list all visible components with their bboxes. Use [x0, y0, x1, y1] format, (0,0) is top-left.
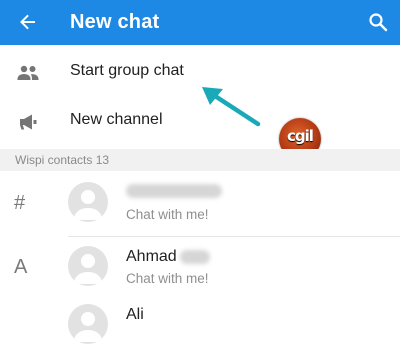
new-channel-label: New channel: [70, 111, 163, 128]
contact-row[interactable]: A Ahmad Chat with me!: [0, 238, 400, 296]
arrow-left-icon: [20, 14, 35, 30]
avatar: [68, 182, 108, 222]
contact-status: Chat with me!: [126, 207, 209, 222]
pointer-arrow-icon: [202, 87, 261, 127]
contact-name: Ahmad: [126, 248, 177, 265]
contact-status: Chat with me!: [126, 271, 209, 286]
index-letter: #: [14, 192, 26, 214]
avatar: [68, 304, 108, 344]
redacted-name: [180, 250, 210, 264]
group-icon: [14, 59, 42, 87]
contacts-section-title: Wispi contacts 13: [15, 153, 110, 167]
contacts-section-header: Wispi contacts 13: [0, 149, 400, 171]
search-button[interactable]: [364, 8, 392, 36]
contact-row[interactable]: # Chat with me!: [0, 174, 400, 232]
redacted-name: [126, 184, 222, 198]
contact-row[interactable]: Ali: [0, 296, 400, 354]
search-icon: [369, 13, 388, 32]
contact-name: Ali: [126, 306, 144, 323]
index-letter: A: [14, 256, 28, 278]
avatar: [68, 246, 108, 286]
megaphone-icon: [14, 108, 42, 136]
page-title: New chat: [70, 11, 160, 33]
app-bar: New chat: [0, 0, 400, 45]
start-group-chat-label: Start group chat: [70, 62, 184, 79]
back-button[interactable]: [14, 8, 42, 36]
watermark-logo-text: cgil: [287, 127, 314, 145]
divider: [68, 236, 400, 237]
